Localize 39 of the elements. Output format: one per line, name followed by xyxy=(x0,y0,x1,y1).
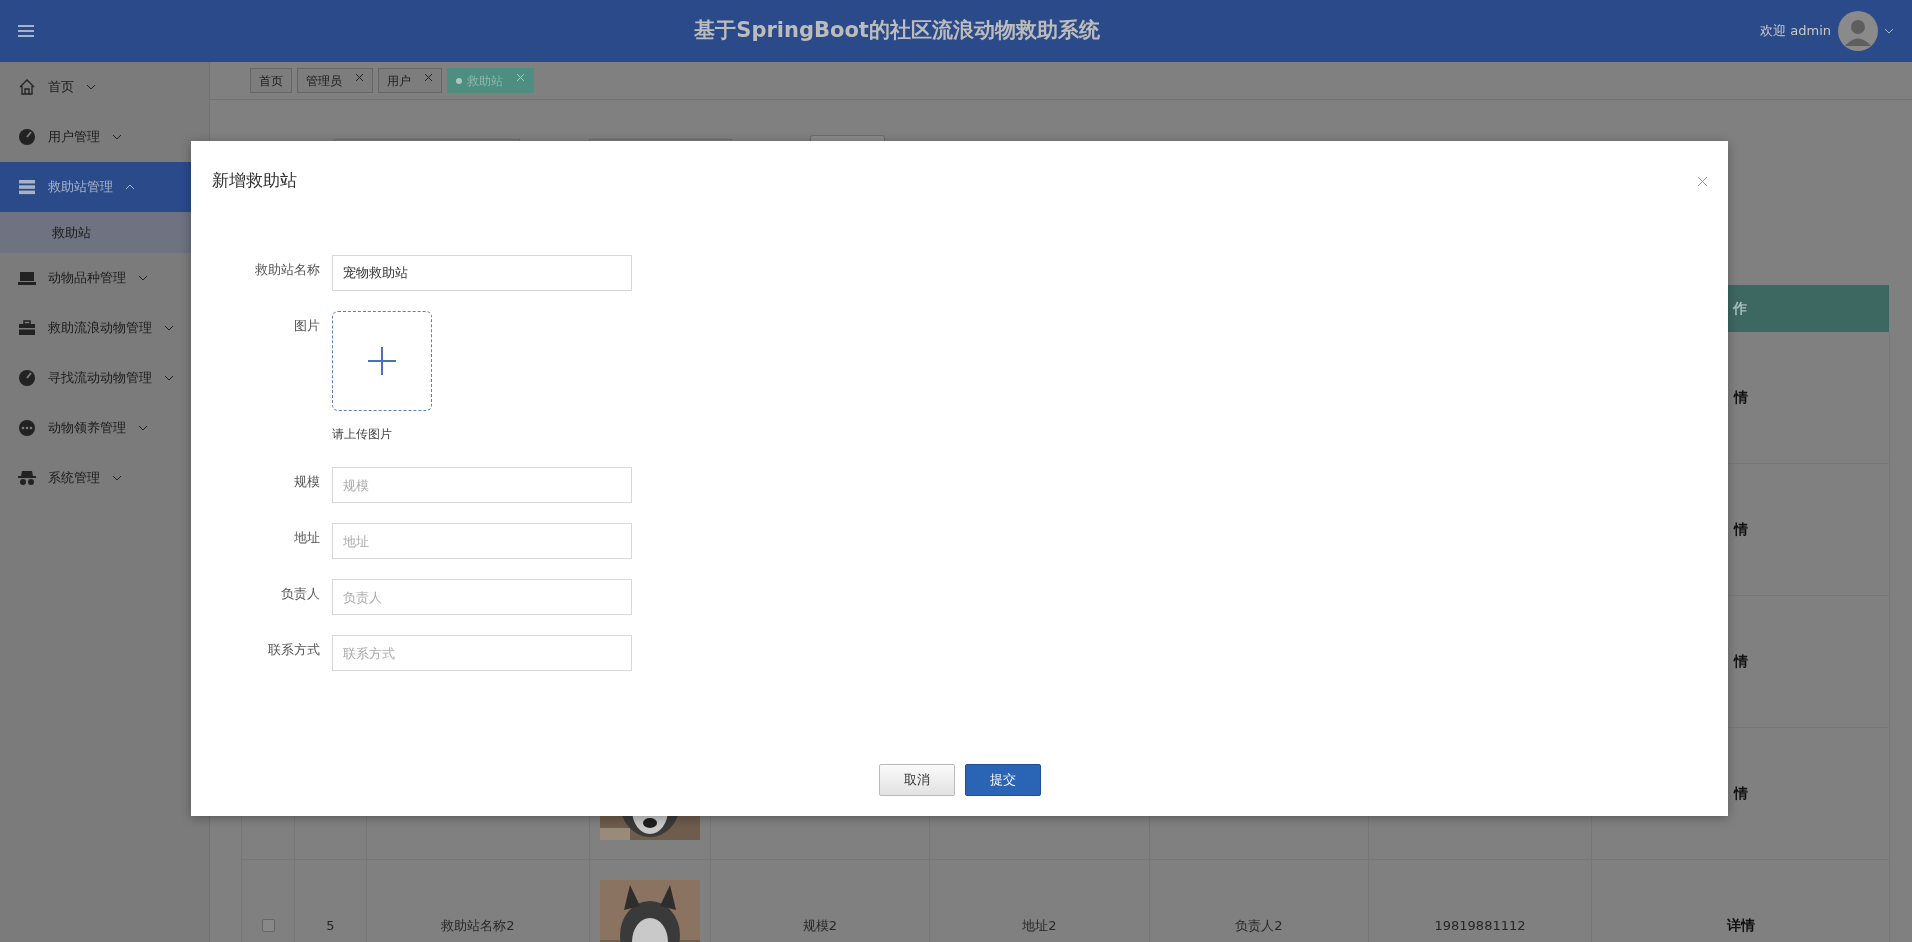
table-cell-text: 19819881112 xyxy=(1434,916,1526,935)
field-label: 图片 xyxy=(293,317,320,335)
column-header: 作 xyxy=(1732,299,1747,318)
field-label: 负责人 xyxy=(280,585,320,603)
table-cell-text: 负责人2 xyxy=(1235,916,1283,935)
table-cell-text: 地址2 xyxy=(1022,916,1057,935)
input-field[interactable]: 宠物救助站 xyxy=(332,255,632,291)
dialog-title: 新增救助站 xyxy=(212,169,298,193)
details-link[interactable]: 情 xyxy=(1733,651,1748,672)
field-label: 规模 xyxy=(293,473,320,491)
sidebar-item[interactable]: 用户管理 xyxy=(0,112,209,162)
row-number: 5 xyxy=(326,916,335,935)
app-title: 基于SpringBoot的社区流浪动物救助系统 xyxy=(693,17,1101,45)
field-label: 联系方式 xyxy=(267,641,320,659)
input-field[interactable]: 地址 xyxy=(332,523,632,559)
details-link[interactable]: 详情 xyxy=(1726,915,1755,936)
details-link[interactable]: 情 xyxy=(1733,783,1748,804)
details-link[interactable]: 情 xyxy=(1733,519,1748,540)
tab[interactable]: 管理员 xyxy=(297,68,373,93)
sidebar-item[interactable]: 系统管理 xyxy=(0,453,209,503)
input-field[interactable]: 负责人 xyxy=(332,579,632,615)
input-field[interactable]: 规模 xyxy=(332,467,632,503)
cancel-button[interactable]: 取消 xyxy=(878,764,955,796)
field-label: 救助站名称 xyxy=(254,261,320,279)
input-field[interactable]: 联系方式 xyxy=(332,635,632,671)
table-cell-text: 救助站名称2 xyxy=(441,916,515,935)
submit-button[interactable]: 提交 xyxy=(964,764,1041,796)
sidebar-item[interactable]: 救助流浪动物管理 xyxy=(0,303,209,353)
table-cell-text: 规模2 xyxy=(802,916,838,935)
sidebar-item[interactable]: 寻找流动动物管理 xyxy=(0,353,209,403)
sidebar-item[interactable]: 动物品种管理 xyxy=(0,253,209,303)
sidebar-item[interactable]: 首页 xyxy=(0,62,209,112)
field-label: 地址 xyxy=(293,529,320,547)
sidebar-item[interactable]: 动物领养管理 xyxy=(0,403,209,453)
tab[interactable]: 用户 xyxy=(378,68,442,93)
upload-hint: 请上传图片 xyxy=(332,426,393,443)
tab[interactable]: 首页 xyxy=(250,68,292,93)
details-link[interactable]: 情 xyxy=(1733,387,1748,408)
welcome-text: 欢迎 admin xyxy=(1760,22,1831,41)
